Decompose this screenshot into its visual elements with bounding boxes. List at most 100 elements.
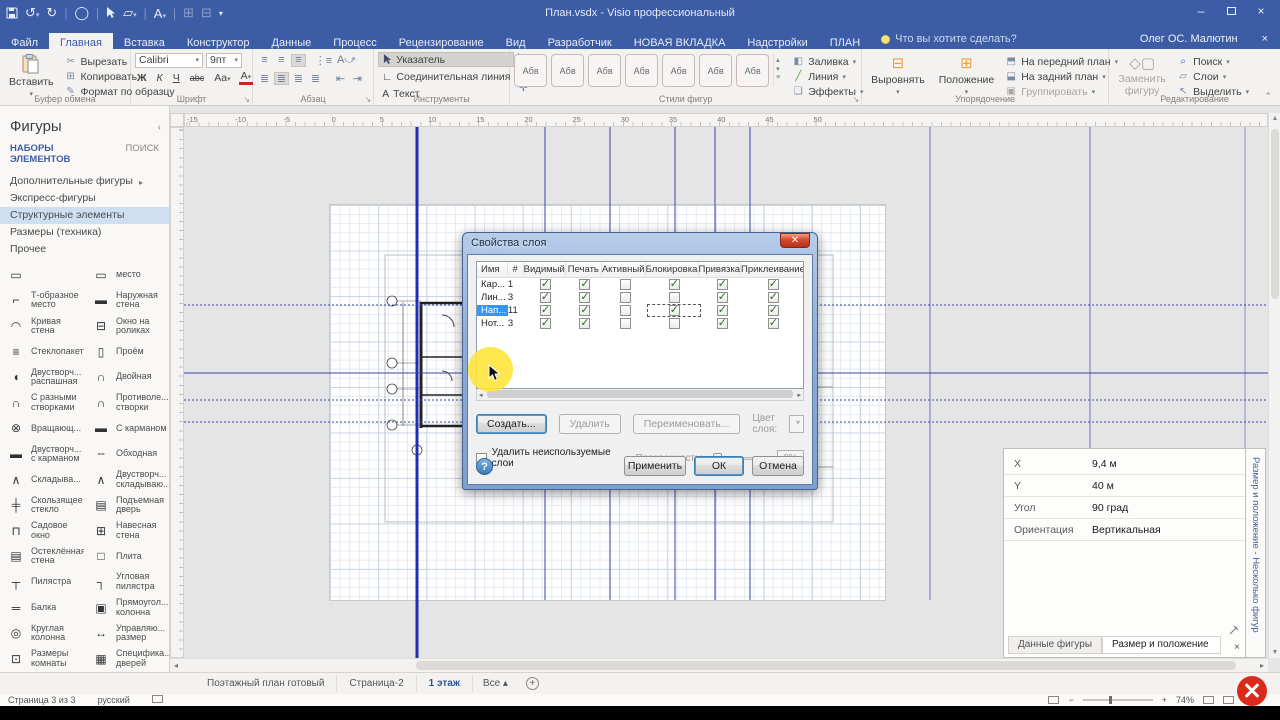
layer-name[interactable]: Лин... — [477, 292, 508, 303]
styles-dialog-launcher[interactable]: ↘ — [852, 95, 859, 104]
horizontal-scrollbar[interactable]: ◂ ▸ — [170, 658, 1268, 672]
stencil-item[interactable]: ▤ Остеклённая стена — [0, 544, 85, 570]
bold-button[interactable]: Ж — [135, 72, 149, 84]
stencil-item[interactable]: ≡ Стеклопакет — [0, 339, 85, 365]
stencil-nav-item[interactable]: Прочее — [0, 241, 169, 258]
dialog-close-button[interactable]: ✕ — [780, 233, 810, 248]
glue-cell[interactable] — [743, 292, 803, 303]
styles-scroll-down-icon[interactable]: ▾ — [776, 65, 780, 73]
lock-cell[interactable] — [647, 304, 701, 317]
fit-page-icon[interactable] — [1203, 696, 1214, 704]
align-middle-icon[interactable]: ≡ — [274, 54, 289, 67]
help-button[interactable]: ? — [476, 458, 493, 475]
active-cell[interactable] — [603, 318, 647, 329]
stencil-item[interactable]: ∩ Противоле... створки — [85, 390, 169, 416]
decrease-indent-icon[interactable]: ⇤ — [333, 72, 348, 85]
connector-tool-button[interactable]: ∟ Соединительная линия — [378, 69, 514, 84]
stencil-item[interactable]: ═ Балка — [0, 595, 85, 621]
language-status[interactable]: русский — [97, 695, 129, 705]
find-button[interactable]: ⌕Поиск▾ — [1175, 55, 1251, 68]
stencil-item[interactable]: ⊗ Вращающ... — [0, 416, 85, 442]
lock-cell[interactable] — [647, 279, 701, 290]
strikethrough-button[interactable]: abc — [188, 73, 207, 83]
stencil-nav-item[interactable]: Дополнительные фигуры — [0, 173, 169, 190]
layer-name[interactable]: Кар... — [477, 279, 508, 290]
page-tab[interactable]: Поэтажный план готовый — [195, 675, 337, 692]
styles-scroll-up-icon[interactable]: ▴ — [776, 56, 780, 64]
stencil-item[interactable]: ▭ — [0, 262, 85, 288]
line-button[interactable]: ╱Линия▾ — [790, 70, 865, 83]
panel-close-icon[interactable]: × — [1234, 642, 1240, 653]
new-layer-button[interactable]: Создать... — [476, 414, 547, 434]
font-size-select[interactable]: 9пт▾ — [206, 53, 242, 68]
justify-icon[interactable]: ≣ — [308, 72, 323, 85]
pointer-tool-button[interactable]: Указатель — [378, 52, 514, 67]
zoom-level[interactable]: 74% — [1176, 695, 1194, 705]
zoom-out-icon[interactable]: − — [1068, 695, 1073, 705]
stencil-item[interactable]: ◖ Двустворч... распашная — [0, 364, 85, 390]
glue-cell[interactable] — [743, 318, 803, 329]
collapse-ribbon-icon[interactable]: ⌃ — [1264, 91, 1272, 102]
stencil-item[interactable]: ▤ Подъемная дверь — [85, 492, 169, 518]
lock-cell[interactable] — [647, 318, 701, 329]
size-position-row[interactable]: Угол 90 град — [1004, 497, 1245, 519]
minimize-button[interactable]: – — [1186, 0, 1216, 22]
send-to-back-button[interactable]: ⬓На задний план▾ — [1003, 70, 1120, 83]
stencil-item[interactable]: ▣ Прямоугол... колонна — [85, 595, 169, 621]
italic-button[interactable]: К — [155, 72, 165, 84]
ok-button[interactable]: ОК — [694, 456, 744, 476]
align-right-icon[interactable]: ≣ — [291, 72, 306, 85]
active-cell[interactable] — [603, 292, 647, 303]
zoom-in-icon[interactable]: + — [1162, 695, 1167, 705]
table-scrollbar[interactable]: ◂▸ — [476, 389, 804, 401]
tab-size-position[interactable]: Размер и положение — [1102, 636, 1221, 654]
align-left-icon[interactable]: ≣ — [257, 72, 272, 85]
tab-shape-data[interactable]: Данные фигуры — [1008, 636, 1102, 654]
styles-more-icon[interactable]: ≡ — [776, 74, 780, 81]
stencil-item[interactable]: ▬ Двустворч... с карманом — [0, 441, 85, 467]
tab-search[interactable]: ПОИСК — [126, 143, 159, 165]
zoom-slider[interactable] — [1083, 699, 1153, 701]
page-tab[interactable]: Страница-2 — [337, 675, 416, 692]
property-value[interactable]: Вертикальная — [1092, 524, 1161, 536]
stencil-nav-item[interactable]: Экспресс-фигуры — [0, 190, 169, 207]
tab-stencils[interactable]: НАБОРЫ ЭЛЕМЕНТОВ — [10, 143, 112, 165]
stencil-nav-item[interactable]: Размеры (техника) — [0, 224, 169, 241]
stencil-item[interactable]: ┐ Угловая пилястра — [85, 569, 169, 595]
property-value[interactable]: 90 град — [1092, 502, 1128, 514]
glue-cell[interactable] — [743, 305, 803, 316]
page-status[interactable]: Страница 3 из 3 — [8, 695, 75, 705]
stencil-item[interactable]: ▯ Проём — [85, 339, 169, 365]
stencil-item[interactable]: ∧ Двустворч... складываю... — [85, 467, 169, 493]
apply-button[interactable]: Применить — [624, 456, 686, 476]
hscroll-thumb[interactable] — [416, 661, 1236, 670]
shape-style-swatch[interactable]: Абв — [551, 54, 584, 87]
tell-me-box[interactable]: Что вы хотите сделать? — [871, 29, 1027, 49]
visible-cell[interactable] — [524, 318, 566, 329]
glue-cell[interactable] — [743, 279, 803, 290]
page-tab[interactable]: 1 этаж — [417, 675, 473, 692]
layer-row[interactable]: Кар... 1 — [477, 278, 803, 291]
align-button[interactable]: ⊟ Выровнять▾ — [866, 52, 930, 98]
paste-button[interactable]: Вставить▾ — [4, 52, 59, 100]
stencil-item[interactable]: ╪ Скользящее стекло — [0, 492, 85, 518]
pin-icon[interactable] — [1229, 625, 1239, 635]
shape-style-swatch[interactable]: Абв — [662, 54, 695, 87]
font-color-button[interactable]: А▾ — [239, 71, 254, 85]
fill-button[interactable]: ◧Заливка▾ — [790, 55, 865, 68]
stencil-item[interactable]: ◠ Кривая стена — [0, 313, 85, 339]
text-direction-icon[interactable]: A⤻ — [339, 54, 354, 67]
increase-indent-icon[interactable]: ⇥ — [350, 72, 365, 85]
print-cell[interactable] — [567, 318, 604, 329]
account-name[interactable]: Олег ОС. Малютин — [1128, 29, 1250, 49]
stencil-item[interactable]: ╌ Обходная — [85, 441, 169, 467]
add-page-button[interactable]: + — [526, 677, 539, 690]
snap-cell[interactable] — [701, 305, 743, 316]
scroll-right-icon[interactable]: ▸ — [1260, 661, 1264, 670]
shape-style-swatch[interactable]: Абв — [625, 54, 658, 87]
stencil-item[interactable]: ⊡ Размеры комнаты — [0, 646, 85, 672]
property-value[interactable]: 40 м — [1092, 480, 1114, 492]
stencil-item[interactable]: ◎ Круглая колонна — [0, 620, 85, 646]
stencil-item[interactable]: ∩ Двойная — [85, 364, 169, 390]
shape-style-swatch[interactable]: Абв — [736, 54, 769, 87]
